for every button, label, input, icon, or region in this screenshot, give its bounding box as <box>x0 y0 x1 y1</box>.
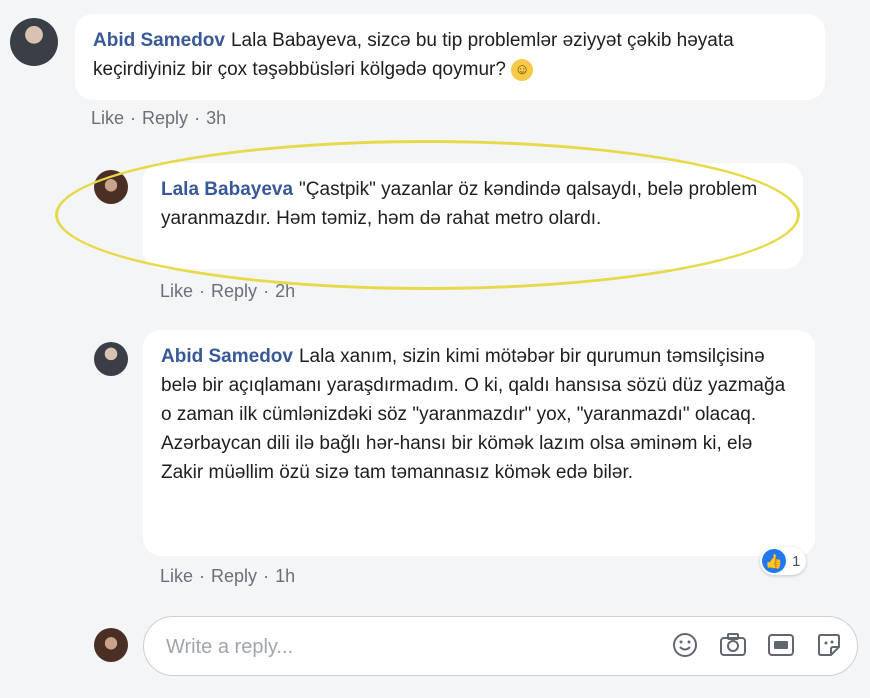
comment-author[interactable]: Abid Samedov <box>161 346 293 367</box>
avatar[interactable] <box>94 342 128 376</box>
comment-author[interactable]: Lala Babayeva <box>161 179 293 200</box>
avatar[interactable] <box>10 18 58 66</box>
avatar[interactable] <box>94 170 128 204</box>
comment-time[interactable]: 2h <box>275 281 295 301</box>
gif-icon[interactable] <box>767 631 795 659</box>
reply-link[interactable]: Reply <box>211 566 257 586</box>
avatar <box>94 628 128 662</box>
reply-input[interactable] <box>164 617 638 677</box>
comment-bubble: Lala Babayeva "Çastpik" yazanlar öz kəndi… <box>143 163 803 269</box>
reply-link[interactable]: Reply <box>142 108 188 128</box>
comment-actions: Like · Reply · 2h <box>160 281 296 301</box>
comment-bubble: Abid Samedov Lala xanım, sizin kimi mötəb… <box>143 330 815 556</box>
composer-tools <box>671 631 843 659</box>
smile-emoji-icon: ☺ <box>511 58 534 81</box>
comment-time[interactable]: 1h <box>275 566 295 586</box>
reply-composer <box>143 616 858 677</box>
comment-author[interactable]: Abid Samedov <box>93 30 225 51</box>
like-link[interactable]: Like <box>160 281 193 301</box>
like-link[interactable]: Like <box>160 566 193 586</box>
sticker-icon[interactable] <box>815 631 843 659</box>
comment-bubble: Abid Samedov Lala Babayeva, sizcə bu tip … <box>75 14 825 100</box>
camera-icon[interactable] <box>719 631 747 659</box>
reaction-summary[interactable]: 👍 1 <box>760 547 807 575</box>
emoji-icon[interactable] <box>671 631 699 659</box>
comment-actions: Like · Reply · 3h <box>91 108 227 128</box>
comment-time[interactable]: 3h <box>206 108 226 128</box>
reaction-count: 1 <box>792 552 801 570</box>
like-reaction-icon: 👍 <box>762 549 786 573</box>
comment-actions: Like · Reply · 1h <box>160 566 296 586</box>
reply-link[interactable]: Reply <box>211 281 257 301</box>
like-link[interactable]: Like <box>91 108 124 128</box>
